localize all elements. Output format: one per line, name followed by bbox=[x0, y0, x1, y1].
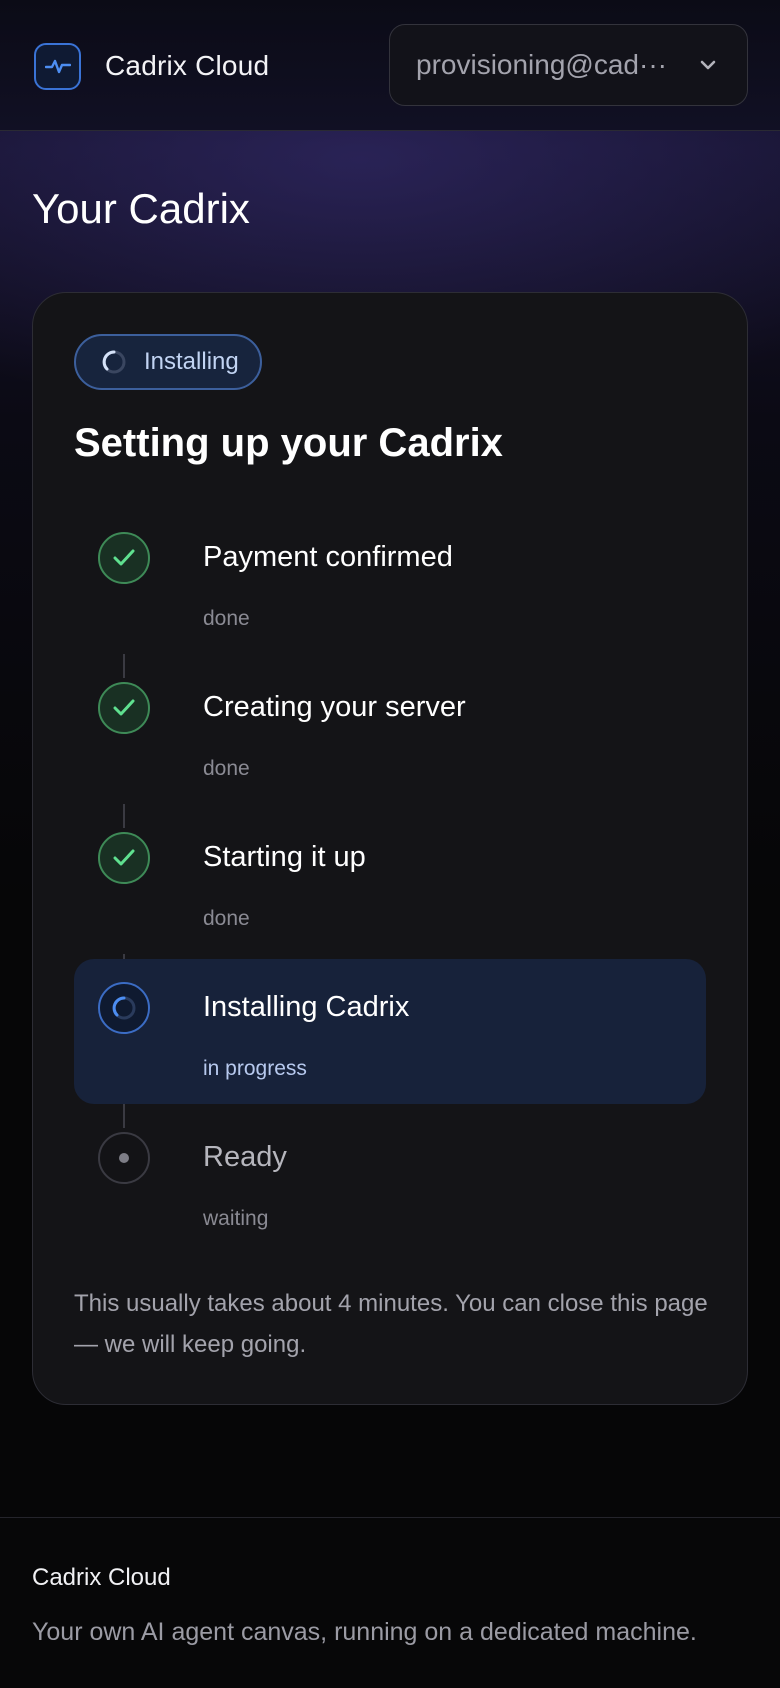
footer-tagline: Your own AI agent canvas, running on a d… bbox=[32, 1618, 697, 1646]
footer-brand: Cadrix Cloud bbox=[32, 1564, 171, 1591]
progress-steps: Payment confirmed done Creating your ser… bbox=[74, 509, 706, 1254]
page: Cadrix Cloud provisioning@cad··· Your Ca… bbox=[0, 0, 780, 1688]
step-ready: Ready waiting bbox=[74, 1109, 706, 1254]
check-icon bbox=[98, 832, 150, 884]
brand[interactable]: Cadrix Cloud bbox=[34, 42, 269, 90]
step-status: done bbox=[203, 907, 250, 930]
step-label: Installing Cadrix bbox=[203, 991, 410, 1023]
step-starting-up: Starting it up done bbox=[74, 809, 706, 978]
step-creating-server: Creating your server done bbox=[74, 659, 706, 828]
page-title: Your Cadrix bbox=[32, 185, 250, 232]
card-title: Setting up your Cadrix bbox=[74, 421, 503, 465]
step-status: in progress bbox=[203, 1057, 307, 1080]
step-installing-cadrix: Installing Cadrix in progress bbox=[74, 959, 706, 1128]
step-status: done bbox=[203, 757, 250, 780]
spinner-icon bbox=[98, 982, 150, 1034]
pending-dot-icon bbox=[98, 1132, 150, 1184]
top-header: Cadrix Cloud provisioning@cad··· bbox=[0, 0, 780, 131]
check-icon bbox=[98, 532, 150, 584]
duration-note: This usually takes about 4 minutes. You … bbox=[74, 1290, 708, 1358]
step-label: Ready bbox=[203, 1141, 287, 1173]
pulse-icon bbox=[34, 42, 81, 90]
step-status: waiting bbox=[203, 1207, 269, 1230]
step-status: done bbox=[203, 607, 250, 630]
step-label: Creating your server bbox=[203, 691, 466, 723]
check-icon bbox=[98, 682, 150, 734]
account-email: provisioning@cad··· bbox=[416, 49, 667, 80]
spinner-icon bbox=[102, 350, 126, 374]
brand-name: Cadrix Cloud bbox=[105, 50, 270, 81]
footer: Cadrix Cloud Your own AI agent canvas, r… bbox=[0, 1517, 780, 1688]
step-label: Starting it up bbox=[203, 841, 366, 873]
setup-card: Installing Setting up your Cadrix Paymen… bbox=[32, 292, 748, 1405]
account-selector[interactable]: provisioning@cad··· bbox=[389, 24, 748, 106]
status-badge-label: Installing bbox=[144, 348, 239, 375]
step-payment-confirmed: Payment confirmed done bbox=[74, 509, 706, 678]
chevron-down-icon bbox=[695, 52, 721, 78]
status-badge: Installing bbox=[74, 334, 262, 390]
step-label: Payment confirmed bbox=[203, 541, 453, 573]
